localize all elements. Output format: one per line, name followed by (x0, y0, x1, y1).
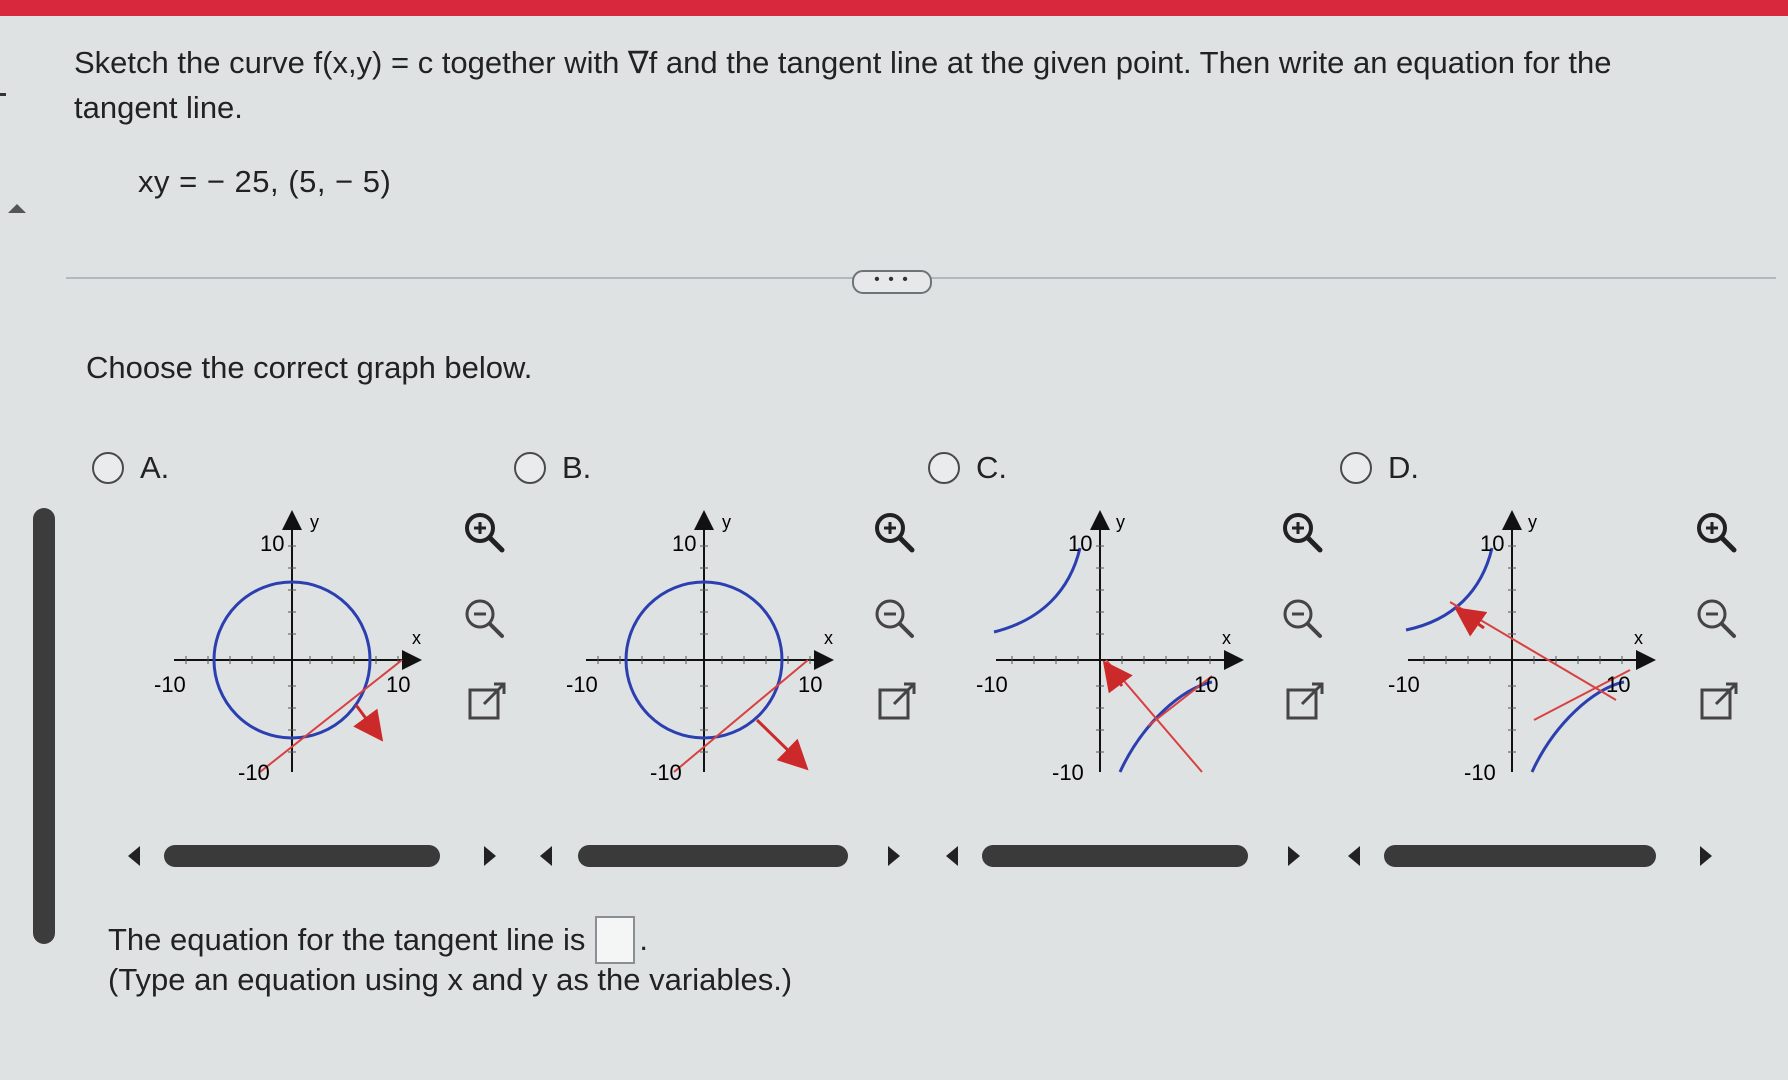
graph-a: 10 -10 10 -10 y x (154, 510, 422, 785)
popout-icon[interactable] (466, 680, 510, 724)
scroll-left-arrow[interactable] (128, 846, 140, 866)
graph-c: 10 -10 10 -10 y x (976, 510, 1244, 785)
option-b-letter: B. (562, 450, 592, 485)
y-label: y (310, 512, 319, 532)
scroll-right-arrow[interactable] (1288, 846, 1300, 866)
tick-max-y: 10 (1480, 531, 1504, 556)
option-c[interactable]: C. (928, 450, 1007, 486)
tangent-line-1 (1105, 659, 1203, 773)
x-label: x (1634, 628, 1643, 648)
zoom-out-icon[interactable] (872, 596, 916, 640)
popout-icon[interactable] (876, 680, 920, 724)
zoom-in-icon[interactable] (872, 510, 916, 554)
horizontal-scrollbar-b[interactable] (578, 845, 848, 867)
option-a[interactable]: A. (92, 450, 169, 486)
left-edge-mark (0, 93, 6, 96)
horizontal-scrollbar-d[interactable] (1384, 845, 1656, 867)
top-accent-bar (0, 0, 1788, 16)
question-equation: xy = − 25, (5, − 5) (138, 164, 392, 199)
tick-min-x: -10 (1388, 672, 1420, 697)
option-c-letter: C. (976, 450, 1007, 485)
y-label: y (1528, 512, 1537, 532)
choose-prompt: Choose the correct graph below. (86, 350, 533, 385)
option-b-radio[interactable] (514, 452, 546, 484)
y-label: y (722, 512, 731, 532)
tick-max-x: 10 (386, 672, 410, 697)
collapse-arrow-icon[interactable] (8, 204, 26, 213)
tick-max-y: 10 (1068, 531, 1092, 556)
curve-branch-left (993, 547, 1082, 634)
option-a-letter: A. (140, 450, 170, 485)
x-label: x (1222, 628, 1231, 648)
option-c-radio[interactable] (928, 452, 960, 484)
tick-min-y: -10 (1464, 760, 1496, 785)
option-d-radio[interactable] (1340, 452, 1372, 484)
answer-prefix: The equation for the tangent line is (108, 922, 586, 957)
gradient-vector (353, 704, 384, 742)
question-text: Sketch the curve f(x,y) = c together wit… (74, 45, 1612, 125)
tick-max-y: 10 (260, 531, 284, 556)
answer-input[interactable] (595, 916, 636, 964)
x-label: x (412, 628, 421, 648)
zoom-out-icon[interactable] (1280, 596, 1324, 640)
tick-max-y: 10 (672, 531, 696, 556)
zoom-in-icon[interactable] (1280, 510, 1324, 554)
graph-b: 10 -10 10 -10 y x (566, 510, 834, 785)
scroll-left-arrow[interactable] (946, 846, 958, 866)
popout-icon[interactable] (1698, 680, 1742, 724)
zoom-out-icon[interactable] (1694, 596, 1738, 640)
scroll-right-arrow[interactable] (888, 846, 900, 866)
scroll-right-arrow[interactable] (484, 846, 496, 866)
option-d[interactable]: D. (1340, 450, 1419, 486)
answer-suffix: . (639, 922, 649, 957)
answer-line: The equation for the tangent line is . (108, 916, 648, 964)
gradient-vector (755, 718, 809, 771)
more-button[interactable]: • • • (852, 270, 932, 294)
zoom-out-icon[interactable] (462, 596, 506, 640)
tick-max-x: 10 (1606, 672, 1630, 697)
popout-icon[interactable] (1284, 680, 1328, 724)
answer-instruction: (Type an equation using x and y as the v… (108, 962, 793, 997)
tangent-line (673, 659, 809, 773)
option-b[interactable]: B. (514, 450, 591, 486)
tick-min-x: -10 (154, 672, 186, 697)
scroll-right-arrow[interactable] (1700, 846, 1712, 866)
option-a-radio[interactable] (92, 452, 124, 484)
zoom-in-icon[interactable] (462, 510, 506, 554)
curve-branch-left (1405, 547, 1494, 632)
horizontal-scrollbar-c[interactable] (982, 845, 1248, 867)
option-d-letter: D. (1388, 450, 1419, 485)
tick-min-y: -10 (238, 760, 270, 785)
zoom-in-icon[interactable] (1694, 510, 1738, 554)
tick-min-y: -10 (1052, 760, 1084, 785)
vertical-scrollbar[interactable] (33, 508, 55, 944)
y-label: y (1116, 512, 1125, 532)
x-label: x (824, 628, 833, 648)
tick-min-y: -10 (650, 760, 682, 785)
tick-min-x: -10 (566, 672, 598, 697)
tick-max-x: 10 (1194, 672, 1218, 697)
scroll-left-arrow[interactable] (1348, 846, 1360, 866)
horizontal-scrollbar-a[interactable] (164, 845, 440, 867)
tangent-line-1 (1449, 601, 1617, 701)
tick-min-x: -10 (976, 672, 1008, 697)
tangent-line (259, 659, 403, 773)
tick-max-x: 10 (798, 672, 822, 697)
scroll-left-arrow[interactable] (540, 846, 552, 866)
graph-d: 10 -10 10 -10 y x (1388, 510, 1656, 785)
